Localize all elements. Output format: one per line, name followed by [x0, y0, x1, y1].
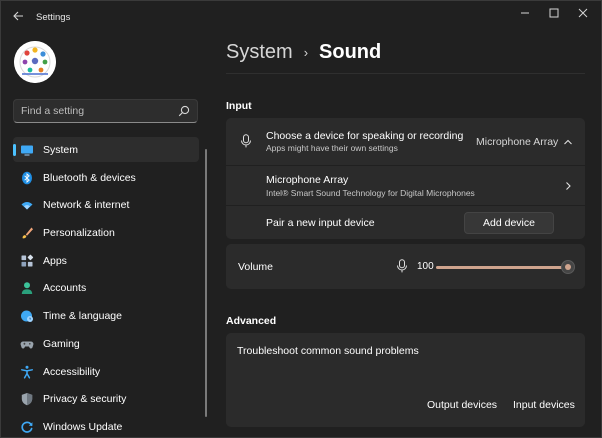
- sidebar-item-label: Accounts: [43, 282, 87, 295]
- search-input[interactable]: [21, 103, 171, 119]
- sidebar-item-personalization[interactable]: Personalization: [13, 220, 199, 245]
- sidebar-item-accessibility[interactable]: Accessibility: [13, 359, 199, 384]
- chevron-right-icon[interactable]: [564, 181, 572, 191]
- input-device-chooser[interactable]: Choose a device for speaking or recordin…: [226, 118, 585, 165]
- sidebar-item-label: Windows Update: [43, 420, 123, 433]
- sidebar-item-label: Gaming: [43, 337, 80, 350]
- maximize-button[interactable]: [542, 6, 566, 20]
- gamepad-icon: [20, 341, 34, 349]
- advanced-section-title: Advanced: [226, 315, 277, 327]
- output-devices-link[interactable]: Output devices: [427, 399, 497, 411]
- sidebar-item-label: Privacy & security: [43, 393, 127, 406]
- bluetooth-icon: [22, 171, 32, 184]
- sidebar-item-privacy[interactable]: Privacy & security: [13, 386, 199, 411]
- add-device-button[interactable]: Add device: [464, 212, 554, 234]
- sidebar-item-system[interactable]: System: [13, 137, 199, 162]
- sidebar-item-label: Time & language: [43, 310, 122, 323]
- header-divider: [226, 73, 585, 74]
- update-icon: [21, 421, 33, 433]
- settings-window: Settings Find a setting System Bluetooth…: [0, 0, 602, 438]
- avatar-image-icon: [14, 41, 56, 83]
- pair-device-label: Pair a new input device: [266, 217, 375, 229]
- volume-slider-track[interactable]: [436, 266, 568, 269]
- sidebar-scrollbar[interactable]: [205, 149, 207, 417]
- person-icon: [21, 282, 33, 295]
- device-chooser-title: Choose a device for speaking or recordin…: [266, 130, 464, 142]
- wifi-icon: [21, 202, 33, 210]
- brush-icon: [22, 227, 33, 239]
- sidebar-item-apps[interactable]: Apps: [13, 248, 199, 273]
- search-icon[interactable]: [178, 105, 190, 117]
- sidebar-item-label: Apps: [43, 254, 67, 267]
- input-section-title: Input: [226, 100, 252, 112]
- page-title: Sound: [319, 41, 382, 63]
- sidebar-item-time-language[interactable]: Time & language: [13, 303, 199, 328]
- breadcrumb: System › Sound: [226, 41, 381, 64]
- back-arrow-icon[interactable]: [9, 9, 27, 27]
- monitor-icon: [21, 145, 33, 156]
- volume-slider-thumb[interactable]: [561, 260, 575, 274]
- microphone-volume-icon[interactable]: [396, 259, 408, 273]
- sidebar-item-gaming[interactable]: Gaming: [13, 331, 199, 356]
- input-device-row[interactable]: Microphone Array Intel® Smart Sound Tech…: [226, 166, 585, 205]
- selected-input-device[interactable]: Microphone Array: [476, 136, 558, 148]
- search-box[interactable]: [13, 99, 198, 123]
- sidebar-nav: System Bluetooth & devices Network & int…: [13, 137, 199, 437]
- close-button[interactable]: [571, 6, 595, 20]
- shield-icon: [21, 393, 33, 406]
- sidebar-item-label: Network & internet: [43, 199, 130, 212]
- breadcrumb-separator-icon: ›: [303, 45, 309, 60]
- breadcrumb-parent[interactable]: System: [226, 41, 293, 64]
- sidebar-item-windows-update[interactable]: Windows Update: [13, 414, 199, 437]
- sidebar-item-accounts[interactable]: Accounts: [13, 275, 199, 300]
- input-device-name: Microphone Array: [266, 174, 349, 186]
- device-chooser-subtitle: Apps might have their own settings: [266, 143, 398, 153]
- sidebar-item-label: Personalization: [43, 227, 115, 240]
- sidebar-item-network[interactable]: Network & internet: [13, 192, 199, 217]
- minimize-button[interactable]: [513, 6, 537, 20]
- sidebar-item-bluetooth[interactable]: Bluetooth & devices: [13, 165, 199, 190]
- volume-label: Volume: [238, 261, 274, 273]
- troubleshoot-card: Troubleshoot common sound problems Outpu…: [226, 333, 585, 427]
- apps-icon: [21, 254, 34, 267]
- chevron-up-icon[interactable]: [563, 138, 573, 146]
- input-devices-link[interactable]: Input devices: [513, 399, 575, 411]
- globe-clock-icon: [21, 310, 33, 323]
- microphone-icon: [241, 134, 251, 148]
- troubleshoot-title: Troubleshoot common sound problems: [237, 345, 419, 357]
- input-device-description: Intel® Smart Sound Technology for Digita…: [266, 188, 475, 198]
- volume-value: 100: [417, 261, 434, 272]
- sidebar-item-label: System: [43, 144, 79, 156]
- sidebar-item-label: Accessibility: [43, 365, 101, 378]
- sidebar-item-label: Bluetooth & devices: [43, 171, 136, 184]
- avatar[interactable]: [14, 41, 56, 83]
- app-title: Settings: [36, 12, 71, 23]
- accessibility-icon: [21, 365, 33, 379]
- title-bar: Settings: [1, 1, 601, 33]
